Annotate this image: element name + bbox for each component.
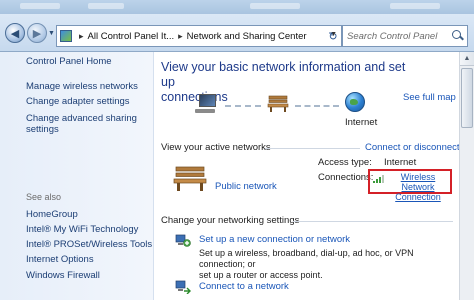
map-connector [225,105,261,107]
connections-label: Connections: [318,172,374,183]
wireless-connection-line1[interactable]: Wireless Network [384,172,452,192]
globe-icon [345,92,365,112]
see-also-windows-firewall[interactable]: Windows Firewall [26,270,100,281]
sidebar-item-manage-wireless[interactable]: Manage wireless networks [26,81,138,92]
change-settings-title: Change your networking settings [161,215,300,226]
vertical-scrollbar[interactable]: ▲ [459,52,474,300]
network-setup-icon [175,234,191,248]
access-type-label: Access type: [318,157,372,168]
map-connector [295,105,339,107]
search-icon[interactable] [451,29,465,43]
setup-connection-desc-line2: set up a router or access point. [199,270,323,280]
breadcrumb-all-control-panel[interactable]: All Control Panel It... [88,31,175,42]
connect-to-network-link[interactable]: Connect to a network [199,281,289,292]
back-button[interactable]: ◀ [5,23,25,43]
see-also-heading: See also [26,192,62,202]
bench-icon [267,94,289,112]
connect-disconnect-link[interactable]: Connect or disconnect [365,142,460,153]
address-toolbar: ◀ ▶ ▼ ▸ All Control Panel It... ▸ Networ… [0,14,474,52]
address-bar[interactable]: ▸ All Control Panel It... ▸ Network and … [56,25,342,47]
internet-label: Internet [345,117,378,128]
search-input[interactable] [343,30,451,42]
scroll-up-icon[interactable]: ▲ [460,52,474,66]
forward-button[interactable]: ▶ [27,23,47,43]
breadcrumb-separator[interactable]: ▸ [75,31,88,42]
sidebar-item-adapter-settings[interactable]: Change adapter settings [26,96,130,107]
section-divider [265,148,360,149]
refresh-icon[interactable]: ↻ [326,29,340,43]
breadcrumb-network-sharing-center[interactable]: Network and Sharing Center [187,31,307,42]
forward-arrow-icon: ▶ [32,27,42,40]
main-content: View your basic network information and … [155,52,460,300]
breadcrumb-separator[interactable]: ▸ [174,31,187,42]
setup-connection-description: Set up a wireless, broadband, dial-up, a… [199,248,449,281]
bench-icon [173,165,207,191]
see-also-proset[interactable]: Intel® PROSet/Wireless Tools [26,239,152,250]
sidebar-item-advanced-sharing-cont[interactable]: settings [26,124,59,135]
wireless-connection-line2[interactable]: Connection [384,192,452,202]
sidebar-item-advanced-sharing[interactable]: Change advanced sharing [26,113,137,124]
page-title-line1: View your basic network information and … [161,60,406,89]
wireless-connection-highlight: Wireless Network Connection [368,169,452,202]
sidebar-item-control-panel-home[interactable]: Control Panel Home [26,56,112,67]
network-connect-icon [175,280,191,294]
control-panel-icon [57,26,75,46]
section-divider [293,221,453,222]
scroll-thumb[interactable] [461,68,473,128]
see-also-internet-options[interactable]: Internet Options [26,254,94,265]
recent-pages-dropdown[interactable]: ▼ [48,30,55,37]
search-box[interactable] [342,25,468,47]
signal-bars-icon [373,175,384,183]
wireless-connection-link[interactable]: Wireless Network Connection [384,172,452,202]
active-networks-title: View your active networks [161,142,271,153]
setup-connection-link[interactable]: Set up a new connection or network [199,234,350,245]
computer-icon [195,94,219,114]
sidebar: Control Panel Home Manage wireless netwo… [0,52,154,300]
see-also-homegroup[interactable]: HomeGroup [26,209,78,220]
see-also-my-wifi[interactable]: Intel® My WiFi Technology [26,224,138,235]
access-type-value: Internet [384,157,417,168]
setup-connection-desc-line1: Set up a wireless, broadband, dial-up, a… [199,248,414,269]
network-name[interactable]: Public network [215,181,277,192]
network-sharing-center-window: ◀ ▶ ▼ ▸ All Control Panel It... ▸ Networ… [0,0,474,300]
title-bar [0,0,474,14]
back-arrow-icon: ◀ [10,27,20,40]
see-full-map-link[interactable]: See full map [403,92,456,103]
